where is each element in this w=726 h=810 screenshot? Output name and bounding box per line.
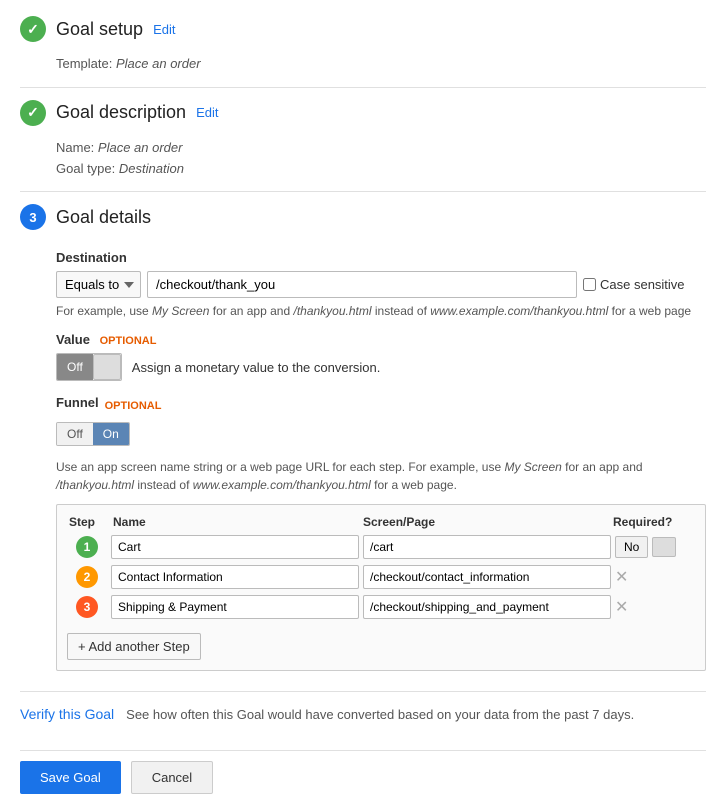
funnel-table-container: Step Name Screen/Page Required? 1 No 2 bbox=[56, 504, 706, 671]
value-assign-text: Assign a monetary value to the conversio… bbox=[132, 360, 381, 375]
template-prefix: Template: bbox=[56, 56, 112, 71]
goal-setup-meta: Template: Place an order bbox=[56, 54, 706, 75]
goal-description-section: ✓ Goal description Edit bbox=[20, 100, 706, 134]
step-2-cell: 2 bbox=[67, 566, 107, 588]
value-toggle-slider bbox=[93, 354, 121, 380]
value-label: Value bbox=[56, 332, 90, 347]
goal-details-section: 3 Goal details bbox=[20, 204, 706, 238]
divider-1 bbox=[20, 87, 706, 88]
goal-type-line: Goal type: Destination bbox=[56, 159, 706, 180]
template-value: Place an order bbox=[116, 56, 201, 71]
col-required: Required? bbox=[613, 515, 693, 529]
destination-input[interactable] bbox=[147, 271, 577, 298]
goal-description-title: Goal description bbox=[56, 102, 186, 123]
destination-help-text: For example, use My Screen for an app an… bbox=[56, 302, 706, 320]
add-step-button[interactable]: + Add another Step bbox=[67, 633, 201, 660]
funnel-on-btn[interactable]: On bbox=[93, 423, 129, 445]
goal-description-icon: ✓ bbox=[20, 100, 46, 126]
name-value: Place an order bbox=[98, 140, 183, 155]
funnel-off-btn[interactable]: Off bbox=[57, 423, 93, 445]
value-label-row: Value OPTIONAL bbox=[56, 332, 706, 347]
funnel-name-2[interactable] bbox=[111, 565, 359, 589]
step-1-cell: 1 bbox=[67, 536, 107, 558]
value-toggle-container: Off bbox=[56, 353, 122, 381]
goal-details-content: Destination Equals to Case sensitive For… bbox=[56, 250, 706, 671]
goal-setup-section: ✓ Goal setup Edit bbox=[20, 16, 706, 50]
goal-setup-edit-link[interactable]: Edit bbox=[153, 22, 175, 37]
goal-name-line: Name: Place an order bbox=[56, 138, 706, 159]
help-mid2: instead of bbox=[372, 304, 431, 318]
funnel-row-2: 2 ✕ bbox=[67, 565, 695, 589]
case-sensitive-checkbox[interactable] bbox=[583, 278, 596, 291]
funnel-name-3[interactable] bbox=[111, 595, 359, 619]
required-cell-1: No bbox=[615, 536, 695, 558]
destination-row: Equals to Case sensitive bbox=[56, 271, 706, 298]
funnel-label-row: Funnel OPTIONAL bbox=[56, 395, 706, 416]
step-3-cell: 3 bbox=[67, 596, 107, 618]
divider-2 bbox=[20, 191, 706, 192]
verify-link[interactable]: Verify this Goal bbox=[20, 706, 114, 722]
col-step: Step bbox=[69, 515, 109, 529]
goal-details-icon: 3 bbox=[20, 204, 46, 230]
remove-button-2[interactable]: ✕ bbox=[615, 567, 628, 587]
case-sensitive-label: Case sensitive bbox=[583, 277, 685, 292]
value-off-btn[interactable]: Off bbox=[57, 354, 93, 380]
cancel-button[interactable]: Cancel bbox=[131, 761, 213, 794]
value-row: Off Assign a monetary value to the conve… bbox=[56, 353, 706, 381]
verify-section: Verify this Goal See how often this Goal… bbox=[20, 691, 706, 736]
help-prefix: For example, use bbox=[56, 304, 152, 318]
funnel-name-1[interactable] bbox=[111, 535, 359, 559]
checkmark-icon: ✓ bbox=[27, 21, 39, 38]
type-prefix: Goal type: bbox=[56, 161, 115, 176]
type-value: Destination bbox=[119, 161, 184, 176]
required-cell-2: ✕ bbox=[615, 567, 695, 587]
step-badge-1: 1 bbox=[76, 536, 98, 558]
funnel-toggle: Off On bbox=[56, 422, 130, 446]
bottom-buttons: Save Goal Cancel bbox=[20, 750, 706, 794]
checkmark-icon-2: ✓ bbox=[27, 104, 39, 121]
funnel-toggle-container: Off On bbox=[56, 422, 706, 452]
funnel-row-1: 1 No bbox=[67, 535, 695, 559]
help-thankyou: /thankyou.html bbox=[293, 304, 371, 318]
col-name: Name bbox=[113, 515, 359, 529]
case-sensitive-text: Case sensitive bbox=[600, 277, 685, 292]
help-end: for a web page bbox=[608, 304, 691, 318]
step-badge-2: 2 bbox=[76, 566, 98, 588]
save-goal-button[interactable]: Save Goal bbox=[20, 761, 121, 794]
goal-details-title: Goal details bbox=[56, 207, 151, 228]
goal-setup-title: Goal setup bbox=[56, 19, 143, 40]
destination-label: Destination bbox=[56, 250, 706, 265]
funnel-screen-1[interactable] bbox=[363, 535, 611, 559]
funnel-row-3: 3 ✕ bbox=[67, 595, 695, 619]
help-mid1: for an app and bbox=[209, 304, 293, 318]
funnel-screen-3[interactable] bbox=[363, 595, 611, 619]
required-toggle-1[interactable] bbox=[652, 537, 676, 557]
funnel-table-header: Step Name Screen/Page Required? bbox=[67, 515, 695, 529]
required-cell-3: ✕ bbox=[615, 597, 695, 617]
equals-select[interactable]: Equals to bbox=[56, 271, 141, 298]
funnel-optional-badge: OPTIONAL bbox=[105, 400, 162, 412]
no-button-1[interactable]: No bbox=[615, 536, 648, 558]
goal-setup-icon: ✓ bbox=[20, 16, 46, 42]
funnel-help-text: Use an app screen name string or a web p… bbox=[56, 458, 706, 494]
col-screen-page: Screen/Page bbox=[363, 515, 609, 529]
goal-description-meta: Name: Place an order Goal type: Destinat… bbox=[56, 138, 706, 180]
name-prefix: Name: bbox=[56, 140, 94, 155]
goal-description-edit-link[interactable]: Edit bbox=[196, 105, 218, 120]
verify-description: See how often this Goal would have conve… bbox=[126, 707, 634, 722]
value-optional-badge: OPTIONAL bbox=[100, 335, 157, 347]
funnel-label: Funnel bbox=[56, 395, 99, 410]
step-badge-3: 3 bbox=[76, 596, 98, 618]
goal-details-number: 3 bbox=[29, 210, 36, 225]
help-my-screen: My Screen bbox=[152, 304, 209, 318]
funnel-screen-2[interactable] bbox=[363, 565, 611, 589]
help-example: www.example.com/thankyou.html bbox=[430, 304, 608, 318]
remove-button-3[interactable]: ✕ bbox=[615, 597, 628, 617]
